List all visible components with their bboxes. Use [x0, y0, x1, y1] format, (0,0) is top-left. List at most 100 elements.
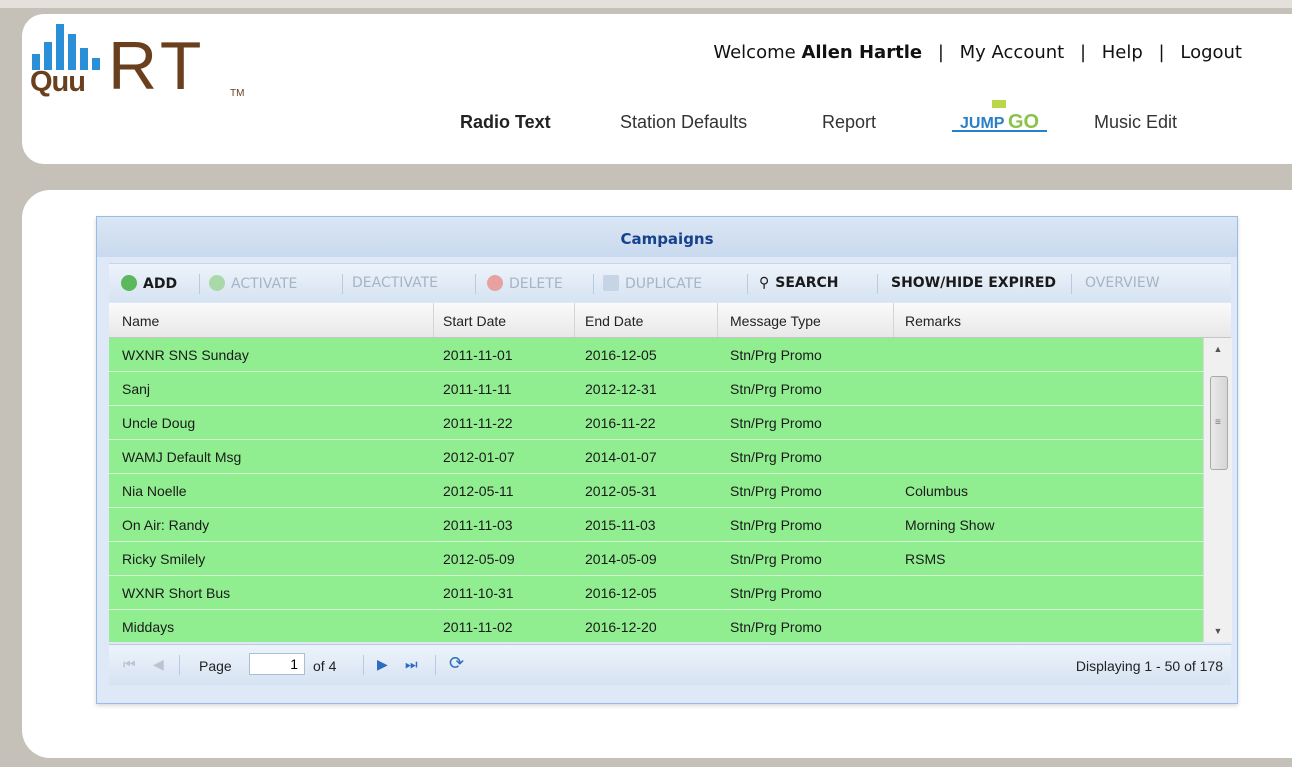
table-row[interactable]: Sanj 2011-11-11 2012-12-31 Stn/Prg Promo	[109, 372, 1203, 407]
table-row[interactable]: WAMJ Default Msg 2012-01-07 2014-01-07 S…	[109, 440, 1203, 475]
cell-end-date: 2016-12-20	[585, 619, 657, 635]
delete-button[interactable]: DELETE	[487, 275, 563, 292]
cell-remarks: RSMS	[905, 551, 946, 567]
separator	[1071, 274, 1072, 294]
nav-report[interactable]: Report	[822, 112, 876, 133]
my-account-link[interactable]: My Account	[960, 42, 1065, 63]
table-row[interactable]: Ricky Smilely 2012-05-09 2014-05-09 Stn/…	[109, 542, 1203, 577]
cell-start-date: 2011-11-02	[443, 619, 513, 635]
campaigns-panel: Campaigns ADD ACTIVATE DEACTIVATE DELETE…	[96, 216, 1238, 704]
column-header-message-type[interactable]: Message Type	[730, 313, 821, 329]
column-header-start-date[interactable]: Start Date	[443, 313, 506, 329]
user-bar: Welcome Allen Hartle | My Account | Help…	[713, 42, 1242, 63]
cell-start-date: 2012-05-11	[443, 483, 514, 499]
cell-start-date: 2011-11-01	[443, 347, 513, 363]
separator	[342, 274, 343, 294]
activate-label: ACTIVATE	[231, 276, 298, 292]
column-header-name[interactable]: Name	[122, 313, 159, 329]
scrollbar-thumb[interactable]: ≡	[1210, 376, 1228, 470]
search-button[interactable]: ⚲ SEARCH	[759, 275, 839, 291]
user-name: Allen Hartle	[801, 42, 923, 63]
last-page-icon[interactable]: ⏭	[405, 656, 418, 673]
quurt-logo: Quu RT TM	[30, 22, 270, 112]
nav-radio-text[interactable]: Radio Text	[460, 112, 551, 133]
nav-music-edit[interactable]: Music Edit	[1094, 112, 1177, 133]
overview-button[interactable]: OVERVIEW	[1085, 275, 1160, 291]
scroll-up-icon[interactable]: ▲	[1204, 340, 1232, 358]
page-label: Page	[199, 658, 232, 674]
cell-message-type: Stn/Prg Promo	[730, 619, 822, 635]
logout-link[interactable]: Logout	[1180, 42, 1242, 63]
nav-jumpgo-logo[interactable]: JUMP GO	[932, 98, 1067, 140]
separator	[435, 655, 436, 675]
cell-message-type: Stn/Prg Promo	[730, 381, 822, 397]
vertical-scrollbar[interactable]: ▲ ≡ ▼	[1203, 338, 1232, 642]
deactivate-button[interactable]: DEACTIVATE	[352, 275, 438, 291]
duplicate-button[interactable]: DUPLICATE	[603, 275, 702, 292]
column-divider	[433, 303, 434, 337]
column-header-end-date[interactable]: End Date	[585, 313, 643, 329]
help-link[interactable]: Help	[1102, 42, 1143, 63]
cell-end-date: 2016-11-22	[585, 415, 656, 431]
delete-icon	[487, 275, 503, 291]
column-header-remarks[interactable]: Remarks	[905, 313, 961, 329]
page-number-input[interactable]	[249, 653, 305, 675]
scroll-down-icon[interactable]: ▼	[1204, 622, 1232, 640]
separator	[199, 274, 200, 294]
cell-name: Nia Noelle	[122, 483, 187, 499]
activate-button[interactable]: ACTIVATE	[209, 275, 297, 292]
first-page-icon[interactable]: ⏮	[123, 656, 136, 673]
add-button[interactable]: ADD	[121, 275, 177, 292]
column-divider	[574, 303, 575, 337]
cell-message-type: Stn/Prg Promo	[730, 585, 822, 601]
cell-name: WAMJ Default Msg	[122, 449, 242, 465]
table-row[interactable]: WXNR SNS Sunday 2011-11-01 2016-12-05 St…	[109, 338, 1203, 373]
grip-icon: ≡	[1215, 417, 1221, 428]
cell-start-date: 2011-10-31	[443, 585, 514, 601]
cell-start-date: 2012-01-07	[443, 449, 515, 465]
add-label: ADD	[143, 276, 178, 292]
cell-name: Middays	[122, 619, 175, 635]
cell-start-date: 2012-05-09	[443, 551, 515, 567]
duplicate-label: DUPLICATE	[625, 276, 703, 292]
table-row[interactable]: Middays 2011-11-02 2016-12-20 Stn/Prg Pr…	[109, 610, 1203, 642]
cell-message-type: Stn/Prg Promo	[730, 415, 822, 431]
cell-name: Uncle Doug	[122, 415, 196, 431]
separator	[475, 274, 476, 294]
display-status: Displaying 1 - 50 of 178	[1075, 658, 1223, 674]
cell-start-date: 2011-11-03	[443, 517, 513, 533]
nav-station-defaults[interactable]: Station Defaults	[620, 112, 747, 133]
refresh-icon[interactable]: ⟳	[449, 653, 464, 674]
cell-end-date: 2014-01-07	[585, 449, 657, 465]
table-row[interactable]: Nia Noelle 2012-05-11 2012-05-31 Stn/Prg…	[109, 474, 1203, 509]
column-divider	[717, 303, 718, 337]
cell-name: WXNR SNS Sunday	[122, 347, 249, 363]
logo-rt-text: RT	[108, 28, 206, 104]
signal-bars-icon	[32, 22, 108, 70]
panel-title: Campaigns	[97, 217, 1237, 257]
jumpgo-logo-icon: JUMP GO	[952, 100, 1047, 133]
column-divider	[893, 303, 894, 337]
table-row[interactable]: On Air: Randy 2011-11-03 2015-11-03 Stn/…	[109, 508, 1203, 543]
cell-message-type: Stn/Prg Promo	[730, 483, 822, 499]
cell-name: On Air: Randy	[122, 517, 210, 533]
next-page-icon[interactable]: ▶	[377, 656, 388, 673]
svg-text:JUMP: JUMP	[960, 115, 1005, 132]
cell-end-date: 2012-05-31	[585, 483, 657, 499]
table-row[interactable]: Uncle Doug 2011-11-22 2016-11-22 Stn/Prg…	[109, 406, 1203, 441]
delete-label: DELETE	[509, 276, 563, 292]
table-row[interactable]: WXNR Short Bus 2011-10-31 2016-12-05 Stn…	[109, 576, 1203, 611]
welcome-prefix: Welcome	[713, 42, 796, 63]
separator	[877, 274, 878, 294]
separator: |	[1158, 42, 1165, 63]
paging-toolbar: ⏮ ◀ Page of 4 ▶ ⏭ ⟳ Displaying 1 - 50 of…	[109, 644, 1231, 685]
cell-end-date: 2016-12-05	[585, 347, 657, 363]
separator	[593, 274, 594, 294]
show-hide-expired-button[interactable]: SHOW/HIDE EXPIRED	[891, 275, 1056, 291]
duplicate-icon	[603, 275, 619, 291]
cell-remarks: Morning Show	[905, 517, 995, 533]
cell-name: WXNR Short Bus	[122, 585, 231, 601]
search-label: SEARCH	[775, 275, 839, 291]
search-icon: ⚲	[759, 275, 770, 291]
prev-page-icon[interactable]: ◀	[153, 656, 164, 673]
